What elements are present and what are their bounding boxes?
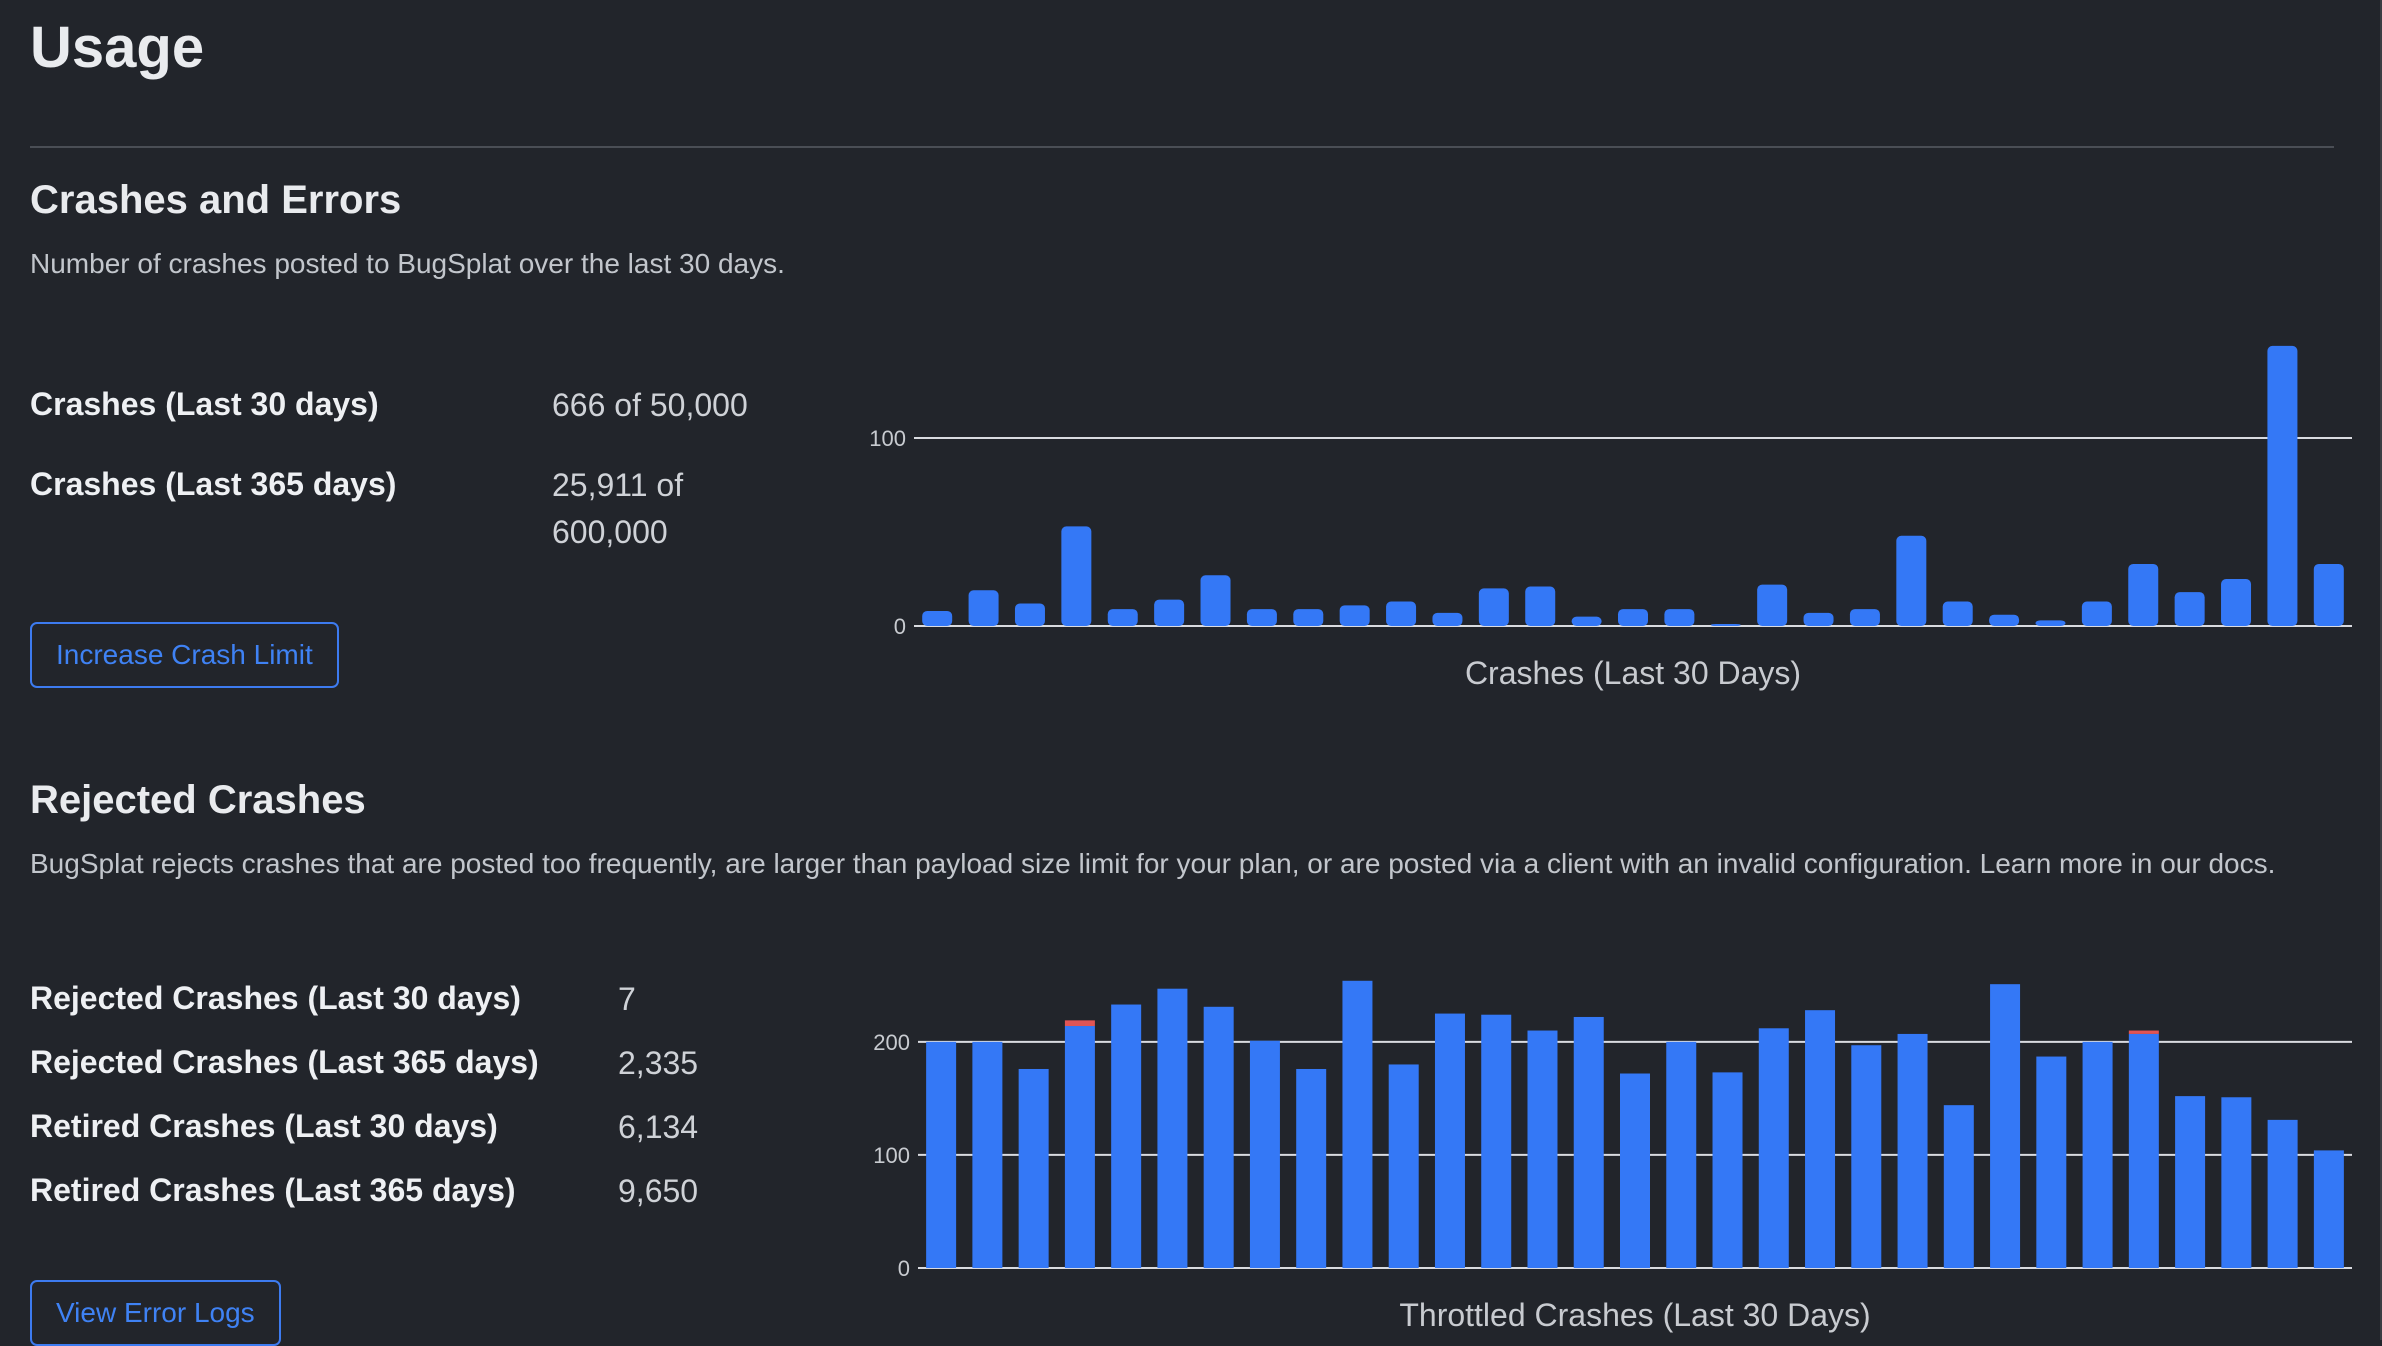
bar <box>926 1041 957 1268</box>
bar <box>1897 1033 1928 1268</box>
bar <box>1246 609 1277 626</box>
bar <box>1573 1016 1604 1268</box>
bar <box>968 590 999 626</box>
bar <box>1388 1064 1419 1268</box>
bar <box>2175 1096 2206 1268</box>
bar <box>1851 1045 1882 1268</box>
bar <box>1107 609 1138 626</box>
bar <box>1478 588 1509 626</box>
bar <box>1849 609 1880 626</box>
bar <box>1712 1072 1743 1268</box>
rejected-30-label: Rejected Crashes (Last 30 days) <box>30 980 521 1016</box>
bar <box>1434 1013 1465 1268</box>
bar <box>2221 579 2252 626</box>
bar <box>1293 609 1324 626</box>
crashes-section-description: Number of crashes posted to BugSplat ove… <box>30 248 785 279</box>
bar <box>1111 1004 1142 1268</box>
bar <box>1018 1068 1049 1268</box>
bar <box>1527 1030 1558 1268</box>
bar <box>1943 1105 1974 1268</box>
rejected-30-value: 7 <box>618 981 636 1017</box>
x-axis-label: Crashes (Last 30 Days) <box>1465 655 1801 691</box>
bar <box>2267 345 2298 626</box>
bar <box>1942 601 1973 626</box>
bar <box>1618 609 1648 626</box>
bar <box>2313 1150 2344 1268</box>
x-axis-label: Throttled Crashes (Last 30 Days) <box>1399 1297 1870 1333</box>
rejected-section-description: BugSplat rejects crashes that are posted… <box>30 848 2276 879</box>
header-divider <box>30 146 2334 148</box>
bar <box>1342 980 1373 1268</box>
view-error-logs-button[interactable]: View Error Logs <box>30 1280 281 1346</box>
bar <box>1896 535 1927 626</box>
y-tick-label: 0 <box>898 1256 910 1281</box>
retired-365-value: 9,650 <box>618 1173 699 1209</box>
y-tick-label: 100 <box>869 426 906 451</box>
bar <box>2174 592 2205 626</box>
bar <box>1296 1068 1327 1268</box>
bar <box>1339 605 1370 626</box>
retired-30-value: 6,134 <box>618 1109 699 1145</box>
page-title: Usage <box>30 15 205 80</box>
bar <box>1710 624 1741 626</box>
bar <box>922 610 953 626</box>
y-tick-label: 100 <box>873 1143 910 1168</box>
bar <box>2313 563 2344 626</box>
bar <box>1989 614 2020 626</box>
bar <box>1249 1040 1280 1268</box>
bar <box>1757 584 1788 626</box>
crashes-section-title: Crashes and Errors <box>30 178 402 222</box>
retired-365-label: Retired Crashes (Last 365 days) <box>30 1172 516 1208</box>
bar <box>1200 575 1231 626</box>
bar <box>1432 612 1463 626</box>
bar <box>1203 1006 1234 1268</box>
increase-crash-limit-button[interactable]: Increase Crash Limit <box>30 622 339 688</box>
throttled-crashes-chart: 0 100 200 Throttled Crashes (Last 30 Days) <box>873 980 2352 1333</box>
bar <box>1064 1026 1095 1268</box>
bar <box>2036 1056 2067 1268</box>
rejected-365-value: 2,335 <box>618 1045 699 1081</box>
bar <box>1666 1041 1697 1268</box>
bar <box>2221 1097 2252 1268</box>
bar <box>1990 984 2021 1268</box>
bar <box>1571 616 1602 626</box>
bar <box>1014 603 1045 626</box>
rejected-365-label: Rejected Crashes (Last 365 days) <box>30 1044 539 1080</box>
retired-30-label: Retired Crashes (Last 30 days) <box>30 1108 498 1144</box>
bar <box>2128 563 2159 626</box>
bar <box>1620 1073 1650 1268</box>
bar <box>2267 1119 2298 1268</box>
crashes-365-value: 25,911 of 600,000 <box>552 467 684 550</box>
bar <box>1803 612 1834 626</box>
rejected-bar-segment <box>1064 1020 1095 1027</box>
rejected-bar-segment <box>2128 1030 2159 1034</box>
bar <box>2128 1033 2159 1268</box>
crashes-chart: 0 100 Crashes (Last 30 Days) <box>869 345 2352 691</box>
crashes-365-label: Crashes (Last 365 days) <box>30 466 397 502</box>
y-tick-label: 200 <box>873 1030 910 1055</box>
bar <box>1154 599 1185 626</box>
bar <box>1157 988 1188 1268</box>
crashes-30-value: 666 of 50,000 <box>552 387 748 423</box>
bar <box>1664 609 1695 626</box>
bar <box>2081 601 2112 626</box>
bar <box>1061 526 1092 626</box>
bar <box>2035 620 2066 626</box>
bar <box>2082 1041 2113 1268</box>
bar <box>1525 586 1556 626</box>
bar <box>1805 1010 1836 1268</box>
bar <box>972 1041 1003 1268</box>
crashes-30-label: Crashes (Last 30 days) <box>30 386 379 422</box>
y-tick-label: 0 <box>894 614 906 639</box>
bar <box>1386 601 1417 626</box>
bar <box>1481 1014 1512 1268</box>
bar <box>1758 1028 1789 1268</box>
rejected-section-title: Rejected Crashes <box>30 778 366 822</box>
